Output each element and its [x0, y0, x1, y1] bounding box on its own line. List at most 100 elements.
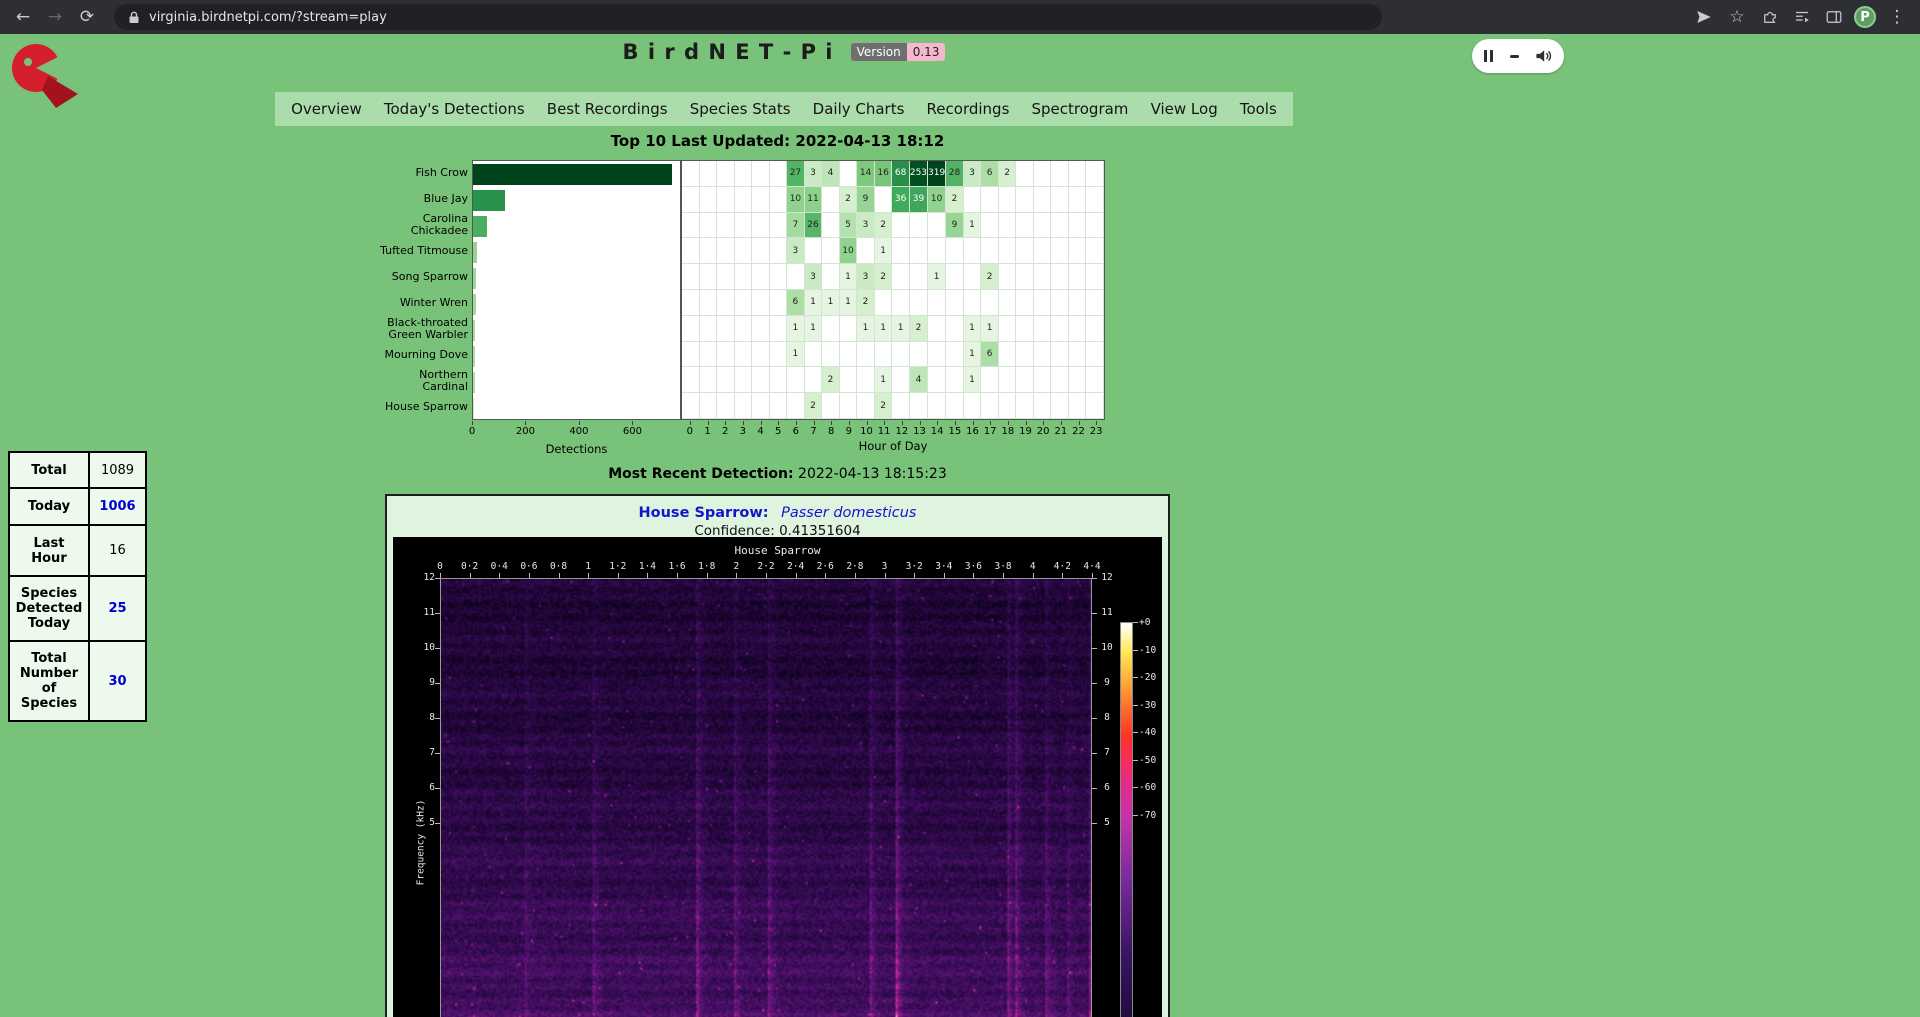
- spectrogram-colorbar: [1120, 622, 1133, 1017]
- nav-item-best-recordings[interactable]: Best Recordings: [541, 100, 674, 118]
- heatmap-cell: [770, 161, 788, 187]
- nav-item-spectrogram[interactable]: Spectrogram: [1026, 100, 1135, 118]
- heatmap-cell: [946, 238, 964, 264]
- heatmap-cell: [1069, 238, 1087, 264]
- nav-item-today-s-detections[interactable]: Today's Detections: [378, 100, 531, 118]
- stats-row-total: Total1089: [9, 452, 146, 488]
- spectro-x-tick: 0·6: [520, 561, 537, 572]
- heatmap-cell: 2: [999, 161, 1017, 187]
- heatmap-cell: [1069, 367, 1087, 393]
- heatmap-cell: [964, 290, 982, 316]
- forward-icon[interactable]: →: [42, 4, 68, 30]
- hour-axis-tick: 18: [1001, 426, 1014, 437]
- heatmap-cell: [1069, 187, 1087, 213]
- heatmap-cell: [910, 213, 928, 239]
- nav-item-view-log[interactable]: View Log: [1145, 100, 1224, 118]
- audio-player[interactable]: [1472, 39, 1564, 73]
- heatmap-cell: [1016, 393, 1034, 419]
- detections-bar: [473, 294, 476, 315]
- heatmap-cell: [857, 367, 875, 393]
- heatmap-cell: 2: [875, 213, 893, 239]
- hour-axis-tick: 4: [757, 426, 763, 437]
- heatmap-cell: [999, 342, 1017, 368]
- heat-axis-label: Hour of Day: [681, 439, 1105, 453]
- spectro-x-tick: 2·4: [787, 561, 804, 572]
- profile-avatar[interactable]: P: [1854, 6, 1876, 28]
- side-panel-icon[interactable]: [1822, 5, 1846, 29]
- stats-value[interactable]: 25: [89, 576, 146, 641]
- nav-item-daily-charts[interactable]: Daily Charts: [807, 100, 911, 118]
- heatmap-cell: [1051, 342, 1069, 368]
- detections-bar: [473, 164, 672, 185]
- media-controls-icon[interactable]: [1790, 5, 1814, 29]
- heatmap-cell: [999, 238, 1017, 264]
- bar-axis-label: Detections: [472, 442, 681, 456]
- heatmap-cell: [682, 367, 700, 393]
- spectrogram-title: House Sparrow: [393, 544, 1162, 557]
- heatmap-cell: 16: [875, 161, 893, 187]
- heatmap-cell: [928, 367, 946, 393]
- heatmap-cell: [735, 367, 753, 393]
- heatmap-cell: 4: [822, 161, 840, 187]
- stats-value[interactable]: 1006: [89, 488, 146, 525]
- hour-axis-tick: 12: [895, 426, 908, 437]
- spectro-y-tick: 8: [1097, 712, 1117, 723]
- hour-axis-tick: 17: [984, 426, 997, 437]
- stats-value: 16: [89, 525, 146, 576]
- reload-icon[interactable]: ⟳: [74, 4, 100, 30]
- nav-item-recordings[interactable]: Recordings: [921, 100, 1016, 118]
- heatmap-cell: [928, 342, 946, 368]
- heatmap-cell: 1: [787, 342, 805, 368]
- heatmap-cell: 36: [892, 187, 910, 213]
- heatmap-cell: [752, 367, 770, 393]
- volume-icon[interactable]: [1535, 48, 1552, 64]
- spectro-x-tick: 1·6: [668, 561, 685, 572]
- spectro-x-tick: 4: [1030, 561, 1036, 572]
- heatmap-cell: [717, 316, 735, 342]
- spectro-x-tick: 3·8: [994, 561, 1011, 572]
- share-icon[interactable]: [1692, 5, 1716, 29]
- heatmap-cell: [1086, 238, 1104, 264]
- heatmap-cell: 27: [787, 161, 805, 187]
- heatmap-cell: [700, 238, 718, 264]
- address-bar[interactable]: virginia.birdnetpi.com/?stream=play: [114, 4, 1382, 30]
- back-icon[interactable]: ←: [10, 4, 36, 30]
- spectro-x-tick: 2·6: [817, 561, 834, 572]
- heatmap-cell: [946, 393, 964, 419]
- heatmap-cell: 1: [964, 213, 982, 239]
- heatmap-cell: [770, 213, 788, 239]
- browser-menu-icon[interactable]: ⋮: [1884, 4, 1910, 30]
- colorbar-tick: -60: [1139, 782, 1156, 793]
- hour-axis-tick: 2: [722, 426, 728, 437]
- heatmap-cell: [1034, 316, 1052, 342]
- bookmark-star-icon[interactable]: ☆: [1724, 4, 1750, 30]
- spectro-x-tick: 3·6: [965, 561, 982, 572]
- heatmap-cell: [700, 393, 718, 419]
- heatmap-cell: 2: [805, 393, 823, 419]
- stats-row-species-detected-today: Species Detected Today25: [9, 576, 146, 641]
- heatmap-cell: [1051, 213, 1069, 239]
- heatmap-cell: 1: [840, 264, 858, 290]
- heatmap-cell: 3: [805, 161, 823, 187]
- nav-item-species-stats[interactable]: Species Stats: [684, 100, 797, 118]
- top10-heading-value: 2022-04-13 18:12: [795, 132, 944, 150]
- heatmap-cell: [999, 290, 1017, 316]
- detections-bar: [473, 346, 475, 367]
- hour-axis-tick: 8: [828, 426, 834, 437]
- nav-item-overview[interactable]: Overview: [285, 100, 368, 118]
- pause-button[interactable]: [1484, 50, 1493, 62]
- extensions-icon[interactable]: [1758, 5, 1782, 29]
- stats-value[interactable]: 30: [89, 641, 146, 721]
- heatmap-cell: [752, 238, 770, 264]
- heatmap-cell: 6: [981, 342, 999, 368]
- detection-common-name[interactable]: House Sparrow:: [639, 505, 769, 521]
- heatmap-cell: 4: [910, 367, 928, 393]
- bar-axis-tick: 600: [623, 426, 642, 437]
- heatmap-cell: [770, 367, 788, 393]
- heatmap-cell: [981, 367, 999, 393]
- nav-item-tools[interactable]: Tools: [1234, 100, 1283, 118]
- seek-bar[interactable]: [1510, 55, 1519, 58]
- heatmap-cell: [682, 238, 700, 264]
- heatmap-cell: [1086, 290, 1104, 316]
- heatmap-cell: [700, 290, 718, 316]
